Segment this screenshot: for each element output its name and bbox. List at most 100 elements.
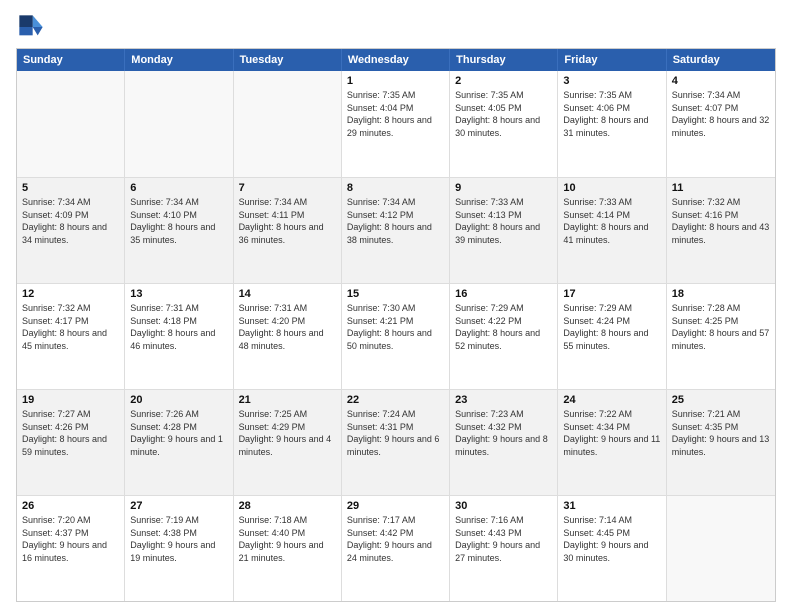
day-info: Sunrise: 7:35 AM Sunset: 4:04 PM Dayligh…	[347, 89, 444, 139]
day-number: 26	[22, 500, 119, 512]
day-info: Sunrise: 7:18 AM Sunset: 4:40 PM Dayligh…	[239, 514, 336, 564]
day-info: Sunrise: 7:24 AM Sunset: 4:31 PM Dayligh…	[347, 408, 444, 458]
calendar: SundayMondayTuesdayWednesdayThursdayFrid…	[16, 48, 776, 602]
day-info: Sunrise: 7:27 AM Sunset: 4:26 PM Dayligh…	[22, 408, 119, 458]
calendar-row-4: 19 Sunrise: 7:27 AM Sunset: 4:26 PM Dayli…	[17, 389, 775, 495]
day-number: 7	[239, 182, 336, 194]
calendar-cell: 6 Sunrise: 7:34 AM Sunset: 4:10 PM Daylig…	[125, 178, 233, 283]
day-info: Sunrise: 7:35 AM Sunset: 4:05 PM Dayligh…	[455, 89, 552, 139]
calendar-cell: 3 Sunrise: 7:35 AM Sunset: 4:06 PM Daylig…	[558, 71, 666, 177]
day-number: 24	[563, 394, 660, 406]
calendar-cell: 19 Sunrise: 7:27 AM Sunset: 4:26 PM Dayli…	[17, 390, 125, 495]
day-header-saturday: Saturday	[667, 49, 775, 71]
day-info: Sunrise: 7:30 AM Sunset: 4:21 PM Dayligh…	[347, 302, 444, 352]
day-number: 2	[455, 75, 552, 87]
day-number: 20	[130, 394, 227, 406]
calendar-cell: 12 Sunrise: 7:32 AM Sunset: 4:17 PM Dayli…	[17, 284, 125, 389]
calendar-cell	[17, 71, 125, 177]
logo-icon	[16, 12, 46, 42]
day-info: Sunrise: 7:32 AM Sunset: 4:17 PM Dayligh…	[22, 302, 119, 352]
day-info: Sunrise: 7:16 AM Sunset: 4:43 PM Dayligh…	[455, 514, 552, 564]
day-info: Sunrise: 7:14 AM Sunset: 4:45 PM Dayligh…	[563, 514, 660, 564]
day-info: Sunrise: 7:21 AM Sunset: 4:35 PM Dayligh…	[672, 408, 770, 458]
calendar-cell: 18 Sunrise: 7:28 AM Sunset: 4:25 PM Dayli…	[667, 284, 775, 389]
day-header-sunday: Sunday	[17, 49, 125, 71]
day-number: 30	[455, 500, 552, 512]
day-header-friday: Friday	[558, 49, 666, 71]
day-number: 11	[672, 182, 770, 194]
calendar-cell: 31Sunrise: 7:14 AM Sunset: 4:45 PM Dayli…	[558, 496, 666, 601]
calendar-cell: 2 Sunrise: 7:35 AM Sunset: 4:05 PM Daylig…	[450, 71, 558, 177]
calendar-cell: 24Sunrise: 7:22 AM Sunset: 4:34 PM Dayli…	[558, 390, 666, 495]
calendar-cell: 9 Sunrise: 7:33 AM Sunset: 4:13 PM Daylig…	[450, 178, 558, 283]
day-info: Sunrise: 7:25 AM Sunset: 4:29 PM Dayligh…	[239, 408, 336, 458]
calendar-cell	[234, 71, 342, 177]
day-number: 1	[347, 75, 444, 87]
calendar-row-3: 12 Sunrise: 7:32 AM Sunset: 4:17 PM Dayli…	[17, 283, 775, 389]
day-info: Sunrise: 7:17 AM Sunset: 4:42 PM Dayligh…	[347, 514, 444, 564]
day-number: 9	[455, 182, 552, 194]
day-info: Sunrise: 7:23 AM Sunset: 4:32 PM Dayligh…	[455, 408, 552, 458]
calendar-cell: 20 Sunrise: 7:26 AM Sunset: 4:28 PM Dayli…	[125, 390, 233, 495]
day-number: 8	[347, 182, 444, 194]
day-info: Sunrise: 7:35 AM Sunset: 4:06 PM Dayligh…	[563, 89, 660, 139]
day-info: Sunrise: 7:34 AM Sunset: 4:07 PM Dayligh…	[672, 89, 770, 139]
day-number: 18	[672, 288, 770, 300]
calendar-row-1: 1 Sunrise: 7:35 AM Sunset: 4:04 PM Daylig…	[17, 71, 775, 177]
calendar-header: SundayMondayTuesdayWednesdayThursdayFrid…	[17, 49, 775, 71]
day-info: Sunrise: 7:26 AM Sunset: 4:28 PM Dayligh…	[130, 408, 227, 458]
day-info: Sunrise: 7:34 AM Sunset: 4:10 PM Dayligh…	[130, 196, 227, 246]
calendar-cell: 10 Sunrise: 7:33 AM Sunset: 4:14 PM Dayli…	[558, 178, 666, 283]
day-number: 5	[22, 182, 119, 194]
day-info: Sunrise: 7:34 AM Sunset: 4:12 PM Dayligh…	[347, 196, 444, 246]
day-header-tuesday: Tuesday	[234, 49, 342, 71]
calendar-cell: 21 Sunrise: 7:25 AM Sunset: 4:29 PM Dayli…	[234, 390, 342, 495]
day-number: 23	[455, 394, 552, 406]
day-info: Sunrise: 7:34 AM Sunset: 4:09 PM Dayligh…	[22, 196, 119, 246]
calendar-cell: 29 Sunrise: 7:17 AM Sunset: 4:42 PM Dayli…	[342, 496, 450, 601]
day-number: 22	[347, 394, 444, 406]
day-number: 14	[239, 288, 336, 300]
calendar-cell: 5 Sunrise: 7:34 AM Sunset: 4:09 PM Daylig…	[17, 178, 125, 283]
page: SundayMondayTuesdayWednesdayThursdayFrid…	[0, 0, 792, 612]
calendar-cell: 14Sunrise: 7:31 AM Sunset: 4:20 PM Dayli…	[234, 284, 342, 389]
day-info: Sunrise: 7:34 AM Sunset: 4:11 PM Dayligh…	[239, 196, 336, 246]
calendar-cell: 30 Sunrise: 7:16 AM Sunset: 4:43 PM Dayli…	[450, 496, 558, 601]
calendar-body: 1 Sunrise: 7:35 AM Sunset: 4:04 PM Daylig…	[17, 71, 775, 601]
day-info: Sunrise: 7:32 AM Sunset: 4:16 PM Dayligh…	[672, 196, 770, 246]
calendar-cell: 7 Sunrise: 7:34 AM Sunset: 4:11 PM Daylig…	[234, 178, 342, 283]
calendar-cell: 4 Sunrise: 7:34 AM Sunset: 4:07 PM Daylig…	[667, 71, 775, 177]
day-info: Sunrise: 7:33 AM Sunset: 4:13 PM Dayligh…	[455, 196, 552, 246]
calendar-cell: 16Sunrise: 7:29 AM Sunset: 4:22 PM Dayli…	[450, 284, 558, 389]
day-info: Sunrise: 7:33 AM Sunset: 4:14 PM Dayligh…	[563, 196, 660, 246]
day-number: 28	[239, 500, 336, 512]
calendar-row-2: 5 Sunrise: 7:34 AM Sunset: 4:09 PM Daylig…	[17, 177, 775, 283]
day-number: 17	[563, 288, 660, 300]
calendar-cell: 15 Sunrise: 7:30 AM Sunset: 4:21 PM Dayli…	[342, 284, 450, 389]
calendar-cell: 23 Sunrise: 7:23 AM Sunset: 4:32 PM Dayli…	[450, 390, 558, 495]
day-number: 12	[22, 288, 119, 300]
day-info: Sunrise: 7:28 AM Sunset: 4:25 PM Dayligh…	[672, 302, 770, 352]
day-info: Sunrise: 7:29 AM Sunset: 4:22 PM Dayligh…	[455, 302, 552, 352]
day-number: 19	[22, 394, 119, 406]
day-number: 15	[347, 288, 444, 300]
day-info: Sunrise: 7:19 AM Sunset: 4:38 PM Dayligh…	[130, 514, 227, 564]
day-number: 27	[130, 500, 227, 512]
logo	[16, 12, 50, 42]
day-info: Sunrise: 7:20 AM Sunset: 4:37 PM Dayligh…	[22, 514, 119, 564]
day-info: Sunrise: 7:29 AM Sunset: 4:24 PM Dayligh…	[563, 302, 660, 352]
calendar-row-5: 26 Sunrise: 7:20 AM Sunset: 4:37 PM Dayli…	[17, 495, 775, 601]
day-number: 6	[130, 182, 227, 194]
day-number: 3	[563, 75, 660, 87]
day-number: 21	[239, 394, 336, 406]
day-info: Sunrise: 7:31 AM Sunset: 4:18 PM Dayligh…	[130, 302, 227, 352]
calendar-cell: 28 Sunrise: 7:18 AM Sunset: 4:40 PM Dayli…	[234, 496, 342, 601]
calendar-cell	[125, 71, 233, 177]
day-number: 4	[672, 75, 770, 87]
calendar-cell: 25 Sunrise: 7:21 AM Sunset: 4:35 PM Dayli…	[667, 390, 775, 495]
day-number: 29	[347, 500, 444, 512]
calendar-cell: 22 Sunrise: 7:24 AM Sunset: 4:31 PM Dayli…	[342, 390, 450, 495]
day-number: 25	[672, 394, 770, 406]
day-number: 10	[563, 182, 660, 194]
calendar-cell: 17 Sunrise: 7:29 AM Sunset: 4:24 PM Dayli…	[558, 284, 666, 389]
